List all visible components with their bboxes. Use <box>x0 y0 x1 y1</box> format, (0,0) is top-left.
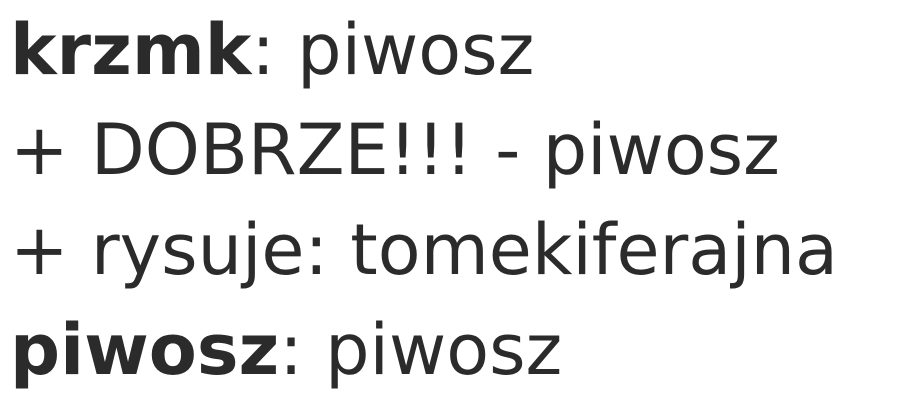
username: piwosz <box>10 309 280 391</box>
separator: : <box>251 9 298 91</box>
chat-log: krzmk: piwosz + DOBRZE!!! - piwosz + rys… <box>10 0 900 400</box>
message-text: piwosz <box>297 9 535 91</box>
chat-line: piwosz: piwosz <box>10 300 900 400</box>
separator: : <box>279 309 326 391</box>
message-text: + rysuje: tomekiferajna <box>10 209 838 291</box>
message-text: + DOBRZE!!! - piwosz <box>10 109 780 191</box>
chat-line: + DOBRZE!!! - piwosz <box>10 100 900 200</box>
chat-line: + rysuje: tomekiferajna <box>10 200 900 300</box>
message-text: piwosz <box>325 309 563 391</box>
username: krzmk <box>10 9 252 91</box>
chat-line: krzmk: piwosz <box>10 0 900 100</box>
